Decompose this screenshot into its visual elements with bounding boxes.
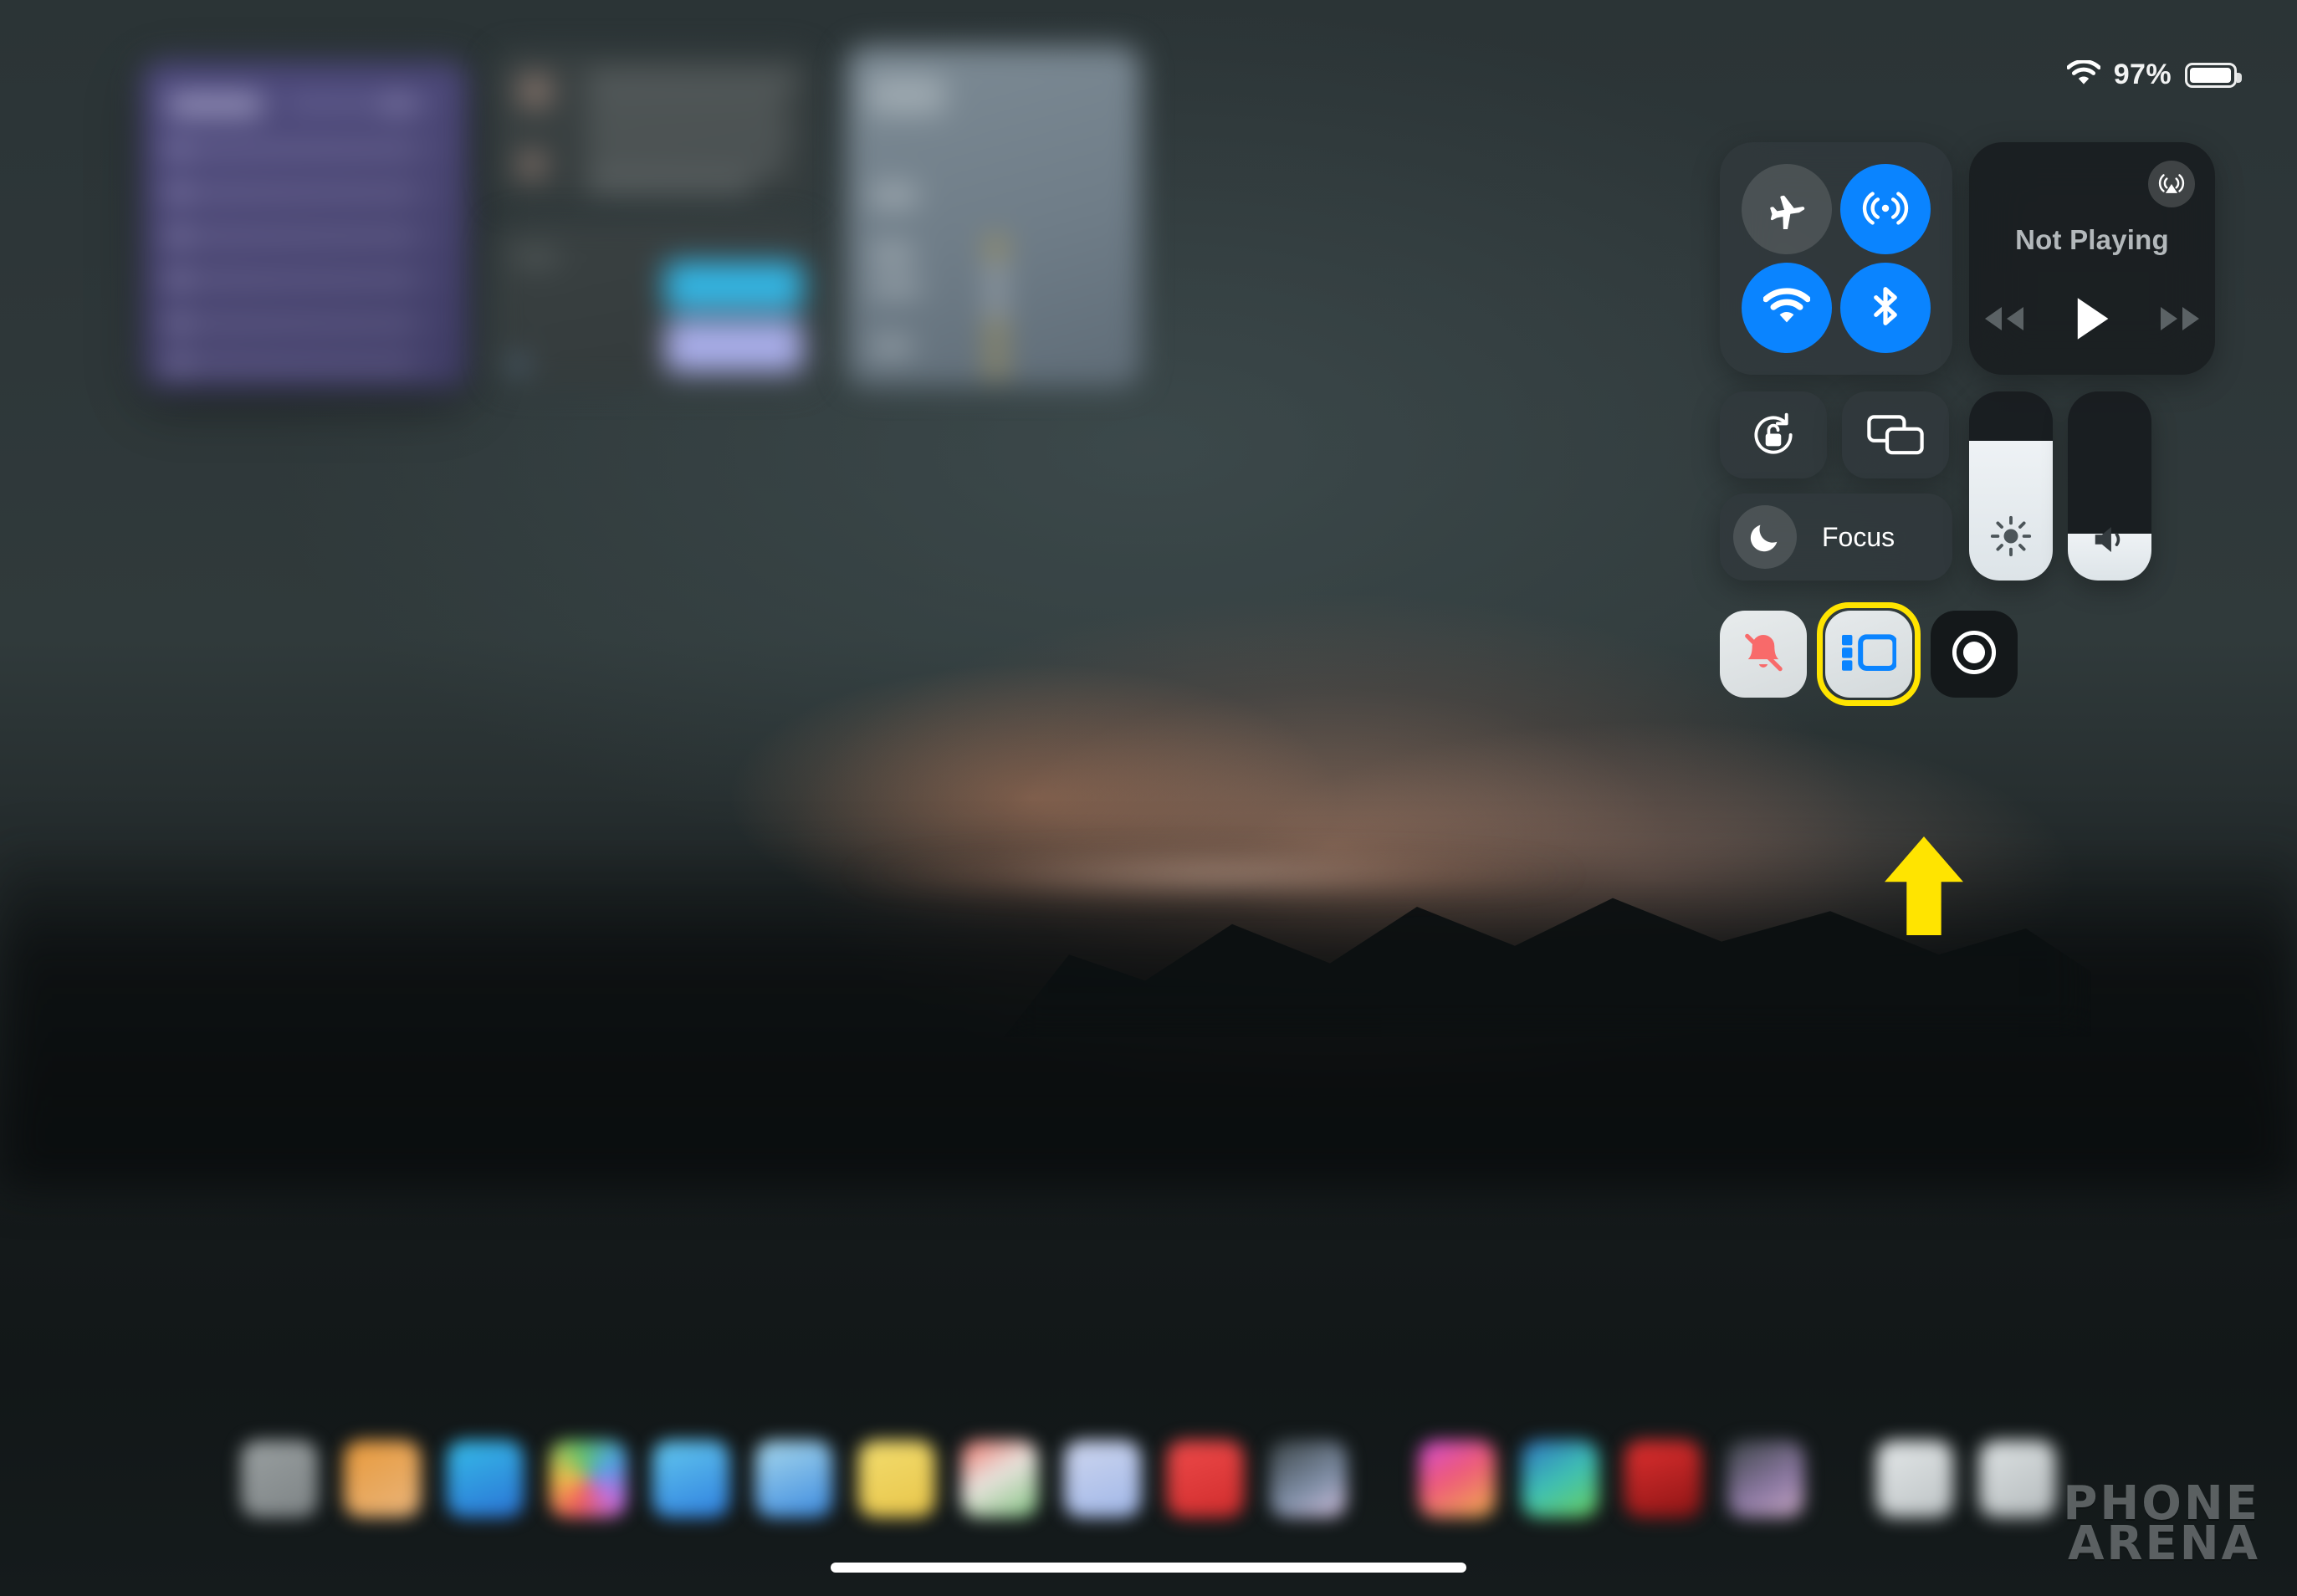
battery-full-icon (2185, 62, 2242, 88)
dock-app-icon[interactable] (652, 1440, 729, 1517)
bluetooth-icon (1863, 284, 1908, 333)
wifi-icon (2066, 59, 2101, 90)
dock-app-icon[interactable] (1522, 1440, 1599, 1517)
dock-app-icon[interactable] (1624, 1440, 1701, 1517)
airdrop-icon (1862, 184, 1909, 235)
background-window-settings[interactable] (847, 46, 1141, 386)
focus-label: Focus (1822, 521, 1895, 552)
dock-app-icon[interactable] (1979, 1440, 2056, 1517)
dock-app-icon[interactable] (344, 1440, 421, 1517)
speaker-icon (2068, 520, 2151, 559)
dock-app-icon[interactable] (1167, 1440, 1244, 1517)
rotation-lock-toggle[interactable] (1720, 391, 1827, 478)
focus-toggle[interactable]: Focus (1720, 494, 1952, 581)
brightness-slider[interactable] (1969, 391, 2053, 581)
connectivity-module (1720, 142, 1952, 375)
background-window-calendar[interactable] (494, 222, 813, 386)
play-icon[interactable] (2070, 295, 2114, 346)
dock (0, 1427, 2297, 1531)
dock-app-icon[interactable] (858, 1440, 935, 1517)
bell-slash-icon (1738, 627, 1788, 682)
silent-mode-toggle[interactable] (1720, 611, 1807, 698)
phonearena-watermark: PHONE ARENA (2063, 1480, 2260, 1571)
wifi-icon (1762, 287, 1811, 329)
home-indicator[interactable] (831, 1563, 1466, 1573)
wifi-toggle[interactable] (1742, 263, 1832, 353)
screen-mirroring-toggle[interactable] (1842, 391, 1949, 478)
dock-divider (1830, 1440, 1850, 1517)
battery-percent-label: 97% (2113, 59, 2172, 90)
airplay-audio-icon[interactable] (2148, 161, 2195, 207)
dock-app-icon[interactable] (1419, 1440, 1496, 1517)
screen-record-toggle[interactable] (1931, 611, 2018, 698)
dock-app-icon[interactable] (1064, 1440, 1141, 1517)
dock-app-icon[interactable] (447, 1440, 524, 1517)
control-center: Not Playing Focus (1720, 142, 2215, 786)
volume-slider[interactable] (2068, 391, 2151, 581)
background-window-mail[interactable] (494, 52, 813, 203)
now-playing-title: Not Playing (2015, 224, 2169, 255)
dock-app-icon[interactable] (755, 1440, 832, 1517)
airplane-icon (1765, 186, 1808, 233)
airplane-mode-toggle[interactable] (1742, 164, 1832, 254)
airdrop-toggle[interactable] (1840, 164, 1931, 254)
record-icon (1948, 627, 2000, 683)
media-transport-controls (1969, 295, 2215, 346)
rotation-lock-icon (1720, 391, 1827, 478)
wallpaper-horizon-glow (753, 845, 1673, 903)
bluetooth-toggle[interactable] (1840, 263, 1931, 353)
watermark-line-2: ARENA (2068, 1516, 2260, 1571)
rewind-icon[interactable] (1980, 302, 2027, 340)
dock-app-icon[interactable] (241, 1440, 318, 1517)
stage-manager-toggle[interactable] (1825, 611, 1912, 698)
moon-icon (1733, 505, 1797, 569)
media-playback-module: Not Playing (1969, 142, 2215, 375)
dock-divider (1373, 1440, 1393, 1517)
dock-app-icon[interactable] (1727, 1440, 1804, 1517)
dock-app-icon[interactable] (961, 1440, 1038, 1517)
dock-app-icon[interactable] (1270, 1440, 1347, 1517)
dock-app-icon[interactable] (1876, 1440, 1953, 1517)
screen-mirroring-icon (1842, 391, 1949, 478)
status-bar: 97% (2066, 59, 2242, 91)
dock-app-icon[interactable] (550, 1440, 627, 1517)
stage-manager-icon (1841, 632, 1898, 678)
brightness-icon (1969, 514, 2053, 559)
fast-forward-icon[interactable] (2157, 302, 2204, 340)
background-window-reminders[interactable] (142, 61, 468, 389)
